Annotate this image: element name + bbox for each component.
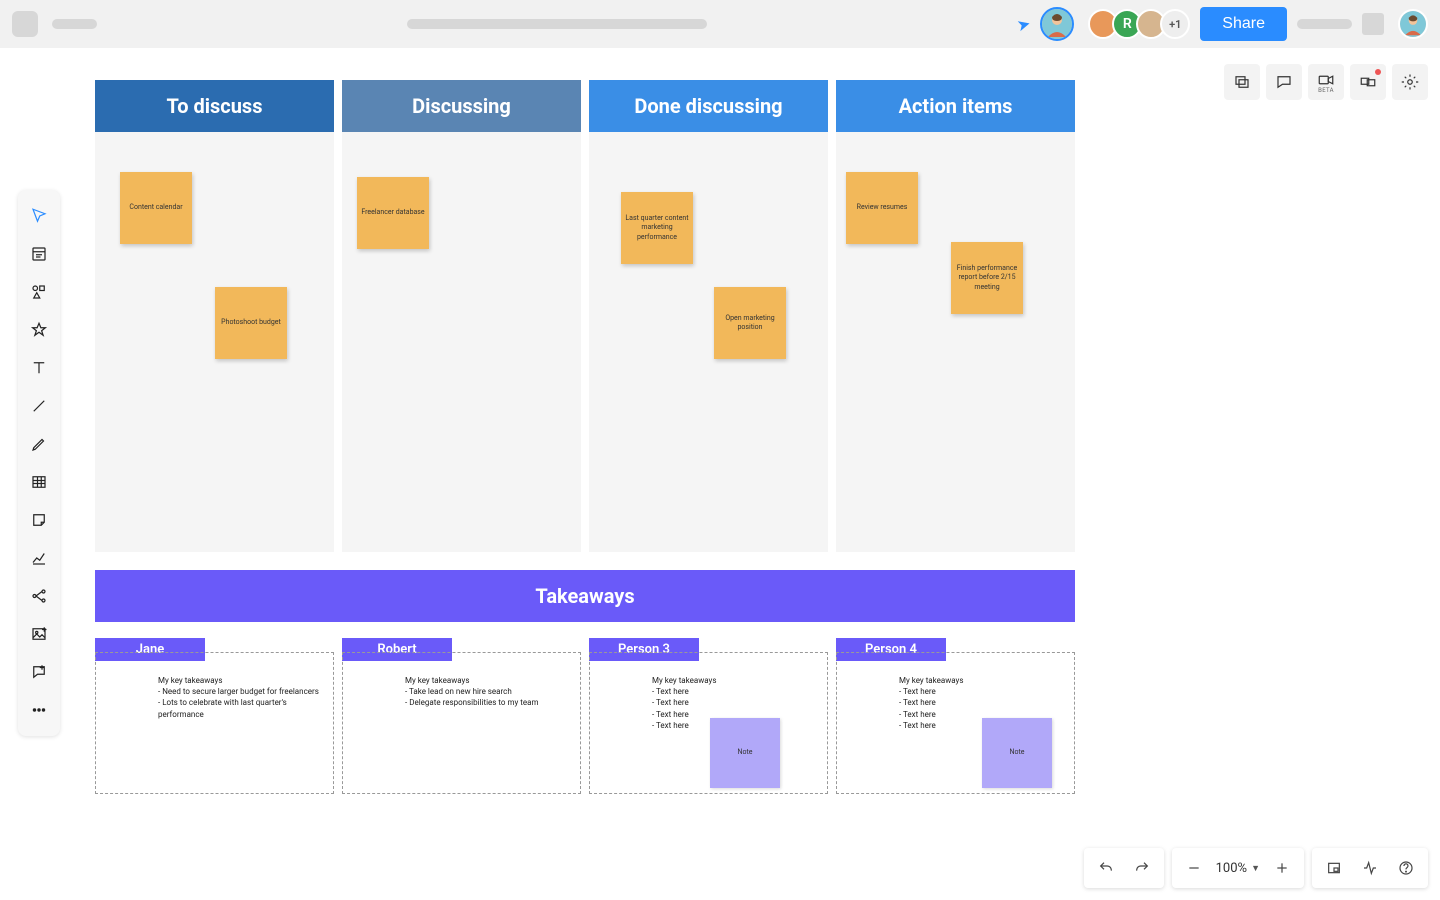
profile-avatar[interactable] [1398,9,1428,39]
present-icon[interactable] [1350,64,1386,100]
sticky-note[interactable]: Photoshoot budget [215,287,287,359]
takeaway-line: - Take lead on new hire search [405,686,572,697]
image-tool[interactable] [21,616,57,652]
left-toolbar [18,190,60,736]
bottom-bar: 100%▼ [1084,848,1428,888]
column-header[interactable]: Discussing [342,80,581,132]
sticky-note[interactable]: Freelancer database [357,177,429,249]
sticky-note[interactable]: Finish performance report before 2/15 me… [951,242,1023,314]
takeaway-sticky[interactable]: Note [982,718,1052,788]
column-header[interactable]: To discuss [95,80,334,132]
help-icon[interactable] [1388,850,1424,886]
board-column[interactable]: Discussing Freelancer database [342,80,581,552]
activity-icon[interactable] [1352,850,1388,886]
takeaway-line: - Lots to celebrate with last quarter's … [158,697,325,719]
takeaway-line: My key takeaways [652,675,819,686]
board-column[interactable]: Action items Review resumes Finish perform… [836,80,1075,552]
sticky-note[interactable]: Review resumes [846,172,918,244]
video-icon[interactable]: BETA [1308,64,1344,100]
top-bar: ➤ R +1 Share [0,0,1440,48]
takeaway-box[interactable]: My key takeaways- Text here- Text here- … [589,652,828,794]
collaborator-avatars: R +1 [1094,9,1190,39]
mindmap-tool[interactable] [21,578,57,614]
comment-tool[interactable] [21,654,57,690]
sticky-note[interactable]: Open marketing position [714,287,786,359]
takeaway-sticky[interactable]: Note [710,718,780,788]
settings-icon[interactable] [1392,64,1428,100]
zoom-level[interactable]: 100%▼ [1212,861,1264,876]
takeaway-line: - Text here [652,697,819,708]
share-button[interactable]: Share [1200,7,1287,41]
topbar-icon-placeholder[interactable] [1362,13,1384,35]
zoom-out-button[interactable] [1176,850,1212,886]
star-tool[interactable] [21,312,57,348]
pen-tool[interactable] [21,426,57,462]
takeaways-header[interactable]: Takeaways [95,570,1075,622]
undo-button[interactable] [1088,850,1124,886]
takeaway-line: - Text here [899,697,1066,708]
column-header[interactable]: Action items [836,80,1075,132]
takeaway-card[interactable]: Person 4My key takeaways- Text here- Tex… [836,652,1075,794]
takeaway-line: - Delegate responsibilities to my team [405,697,572,708]
sticky-tool[interactable] [21,502,57,538]
column-header[interactable]: Done discussing [589,80,828,132]
column-body[interactable]: Last quarter content marketing performan… [589,132,828,552]
takeaway-line: - Text here [652,686,819,697]
takeaway-box[interactable]: My key takeaways- Take lead on new hire … [342,652,581,794]
column-body[interactable]: Content calendar Photoshoot budget [95,132,334,552]
comments-icon[interactable] [1266,64,1302,100]
line-tool[interactable] [21,388,57,424]
board-column[interactable]: Done discussing Last quarter content mark… [589,80,828,552]
takeaway-card[interactable]: JaneMy key takeaways- Need to secure lar… [95,652,334,794]
map-toggle[interactable] [1316,850,1352,886]
select-tool[interactable] [21,198,57,234]
chart-tool[interactable] [21,540,57,576]
column-body[interactable]: Freelancer database [342,132,581,552]
title-placeholder[interactable] [407,19,707,29]
zoom-in-button[interactable] [1264,850,1300,886]
cursor-indicator-icon: ➤ [1015,13,1033,35]
sticky-note[interactable]: Content calendar [120,172,192,244]
board-column[interactable]: To discuss Content calendar Photoshoot bud… [95,80,334,552]
sticky-note[interactable]: Last quarter content marketing performan… [621,192,693,264]
frame-tool[interactable] [21,236,57,272]
kanban-board[interactable]: To discuss Content calendar Photoshoot bud… [95,80,1075,794]
notes-icon[interactable] [1224,64,1260,100]
right-icon-bar: BETA [1224,64,1428,100]
takeaway-line: - Need to secure larger budget for freel… [158,686,325,697]
takeaway-line: - Text here [899,686,1066,697]
takeaway-line: My key takeaways [405,675,572,686]
more-tools[interactable] [21,692,57,728]
text-tool[interactable] [21,350,57,386]
takeaway-line: My key takeaways [899,675,1066,686]
takeaway-box[interactable]: My key takeaways- Text here- Text here- … [836,652,1075,794]
column-body[interactable]: Review resumes Finish performance report … [836,132,1075,552]
takeaway-line: My key takeaways [158,675,325,686]
menu-placeholder[interactable] [52,19,97,29]
takeaway-box[interactable]: My key takeaways- Need to secure larger … [95,652,334,794]
topbar-placeholder[interactable] [1297,19,1352,29]
takeaway-card[interactable]: Person 3My key takeaways- Text here- Tex… [589,652,828,794]
current-user-avatar[interactable] [1040,7,1074,41]
more-collaborators[interactable]: +1 [1160,9,1190,39]
takeaway-card[interactable]: RobertMy key takeaways- Take lead on new… [342,652,581,794]
shapes-tool[interactable] [21,274,57,310]
app-logo-placeholder[interactable] [12,11,38,37]
redo-button[interactable] [1124,850,1160,886]
table-tool[interactable] [21,464,57,500]
